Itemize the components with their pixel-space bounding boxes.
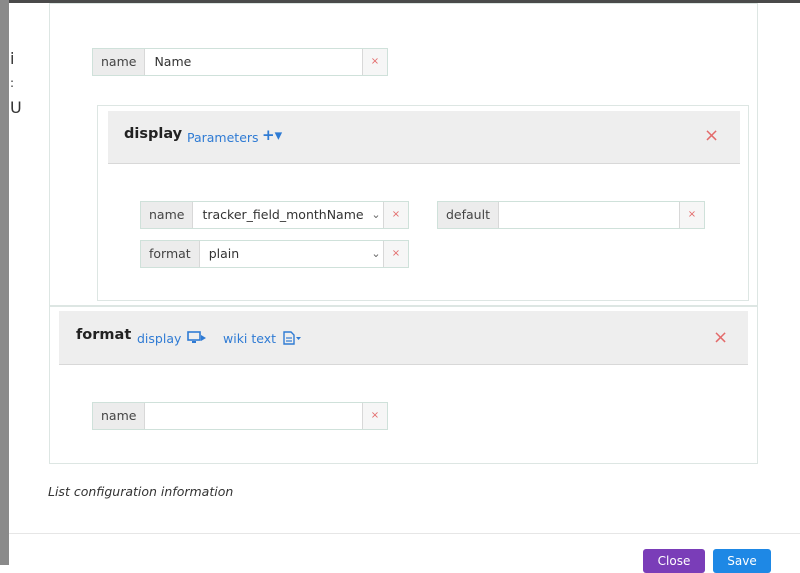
format-select[interactable]: plain	[200, 241, 369, 267]
clear-icon[interactable]: ×	[383, 241, 408, 267]
format-name-field[interactable]: name ×	[92, 402, 388, 430]
name-field-top[interactable]: name Name ×	[92, 48, 388, 76]
monitor-icon[interactable]	[187, 330, 207, 349]
name-input[interactable]: Name	[145, 49, 362, 75]
add-parameter-icon[interactable]: +▾	[262, 126, 282, 144]
display-title: display	[124, 126, 183, 142]
close-icon[interactable]: ×	[713, 329, 728, 347]
default-field[interactable]: default ×	[437, 201, 705, 229]
document-icon[interactable]	[283, 330, 303, 349]
chevron-down-icon[interactable]: ⌄	[369, 241, 383, 267]
background-text: U	[10, 98, 22, 117]
name-label: name	[141, 202, 194, 228]
parameters-link[interactable]: Parameters	[187, 130, 259, 145]
chevron-down-icon[interactable]: ⌄	[369, 202, 383, 228]
clear-icon[interactable]: ×	[362, 403, 387, 429]
format-field[interactable]: format plain ⌄ ×	[140, 240, 409, 268]
display-link[interactable]: display	[137, 331, 181, 346]
format-label: format	[141, 241, 200, 267]
default-input[interactable]	[499, 202, 679, 228]
name-select[interactable]: tracker_field_monthName	[193, 202, 369, 228]
clear-icon[interactable]: ×	[362, 49, 387, 75]
name-input[interactable]	[145, 403, 362, 429]
background-text: :	[10, 76, 15, 90]
name-label: name	[93, 403, 146, 429]
format-title: format	[76, 327, 132, 343]
background-text: i	[10, 49, 15, 68]
footer-divider	[9, 533, 800, 534]
clear-icon[interactable]: ×	[679, 202, 704, 228]
save-button[interactable]: Save	[713, 549, 771, 573]
display-name-field[interactable]: name tracker_field_monthName ⌄ ×	[140, 201, 409, 229]
clear-icon[interactable]: ×	[383, 202, 408, 228]
default-label: default	[438, 202, 499, 228]
list-config-info: List configuration information	[48, 484, 234, 499]
name-label: name	[93, 49, 146, 75]
background-sidebar	[0, 0, 9, 565]
wiki-text-link[interactable]: wiki text	[223, 331, 276, 346]
close-button[interactable]: Close	[643, 549, 705, 573]
close-icon[interactable]: ×	[704, 127, 719, 145]
